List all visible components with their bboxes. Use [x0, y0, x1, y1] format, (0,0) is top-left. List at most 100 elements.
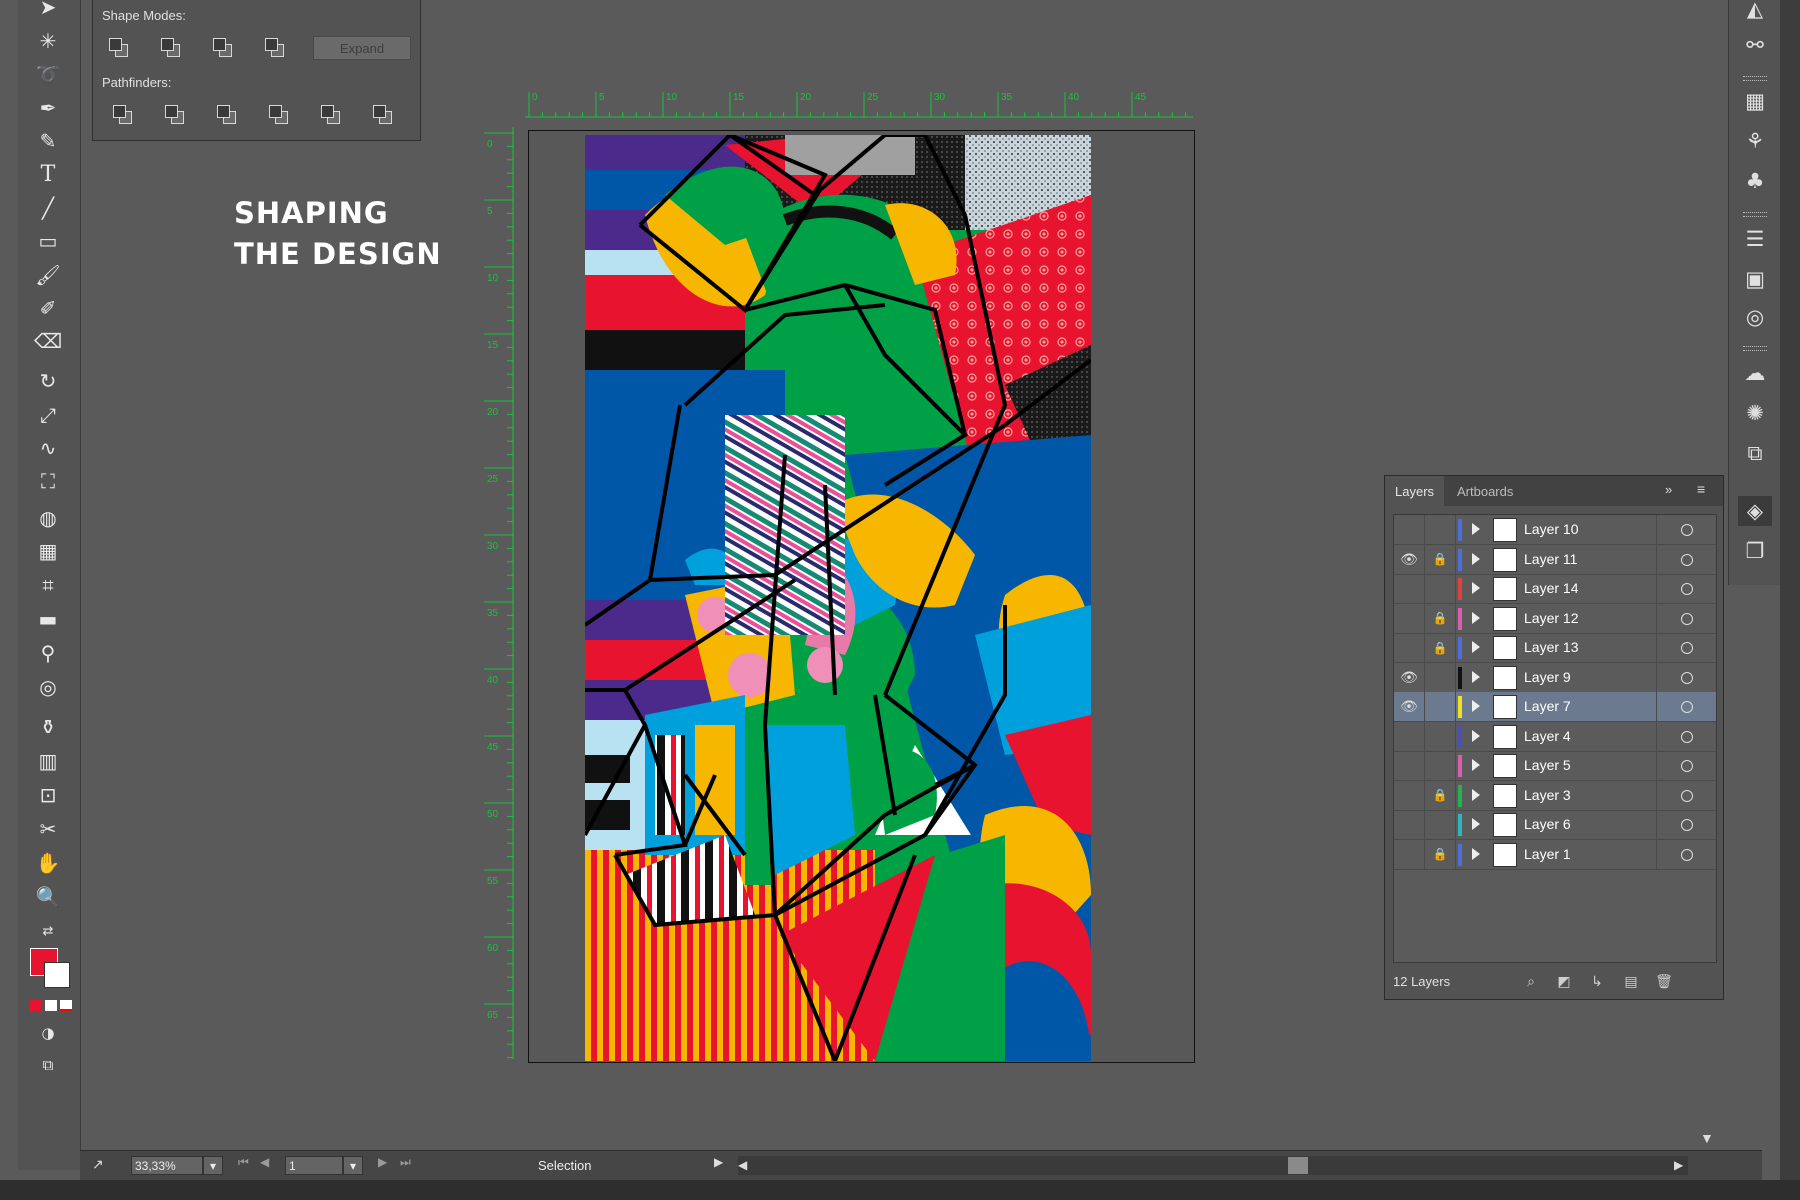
target-icon[interactable] — [1681, 524, 1693, 536]
scroll-left-icon[interactable]: ◀ — [738, 1158, 747, 1172]
clipping-mask-icon[interactable]: ◩ — [1555, 972, 1573, 990]
stroke-icon[interactable]: ☰ — [1738, 224, 1772, 254]
graph-icon[interactable]: ▥ — [26, 746, 70, 776]
tab-layers[interactable]: Layers — [1385, 476, 1445, 506]
artboards-panel-icon[interactable]: ❐ — [1738, 536, 1772, 566]
selection-icon[interactable]: ➤ — [26, 0, 70, 22]
lock-icon[interactable]: 🔒 — [1425, 603, 1456, 633]
layer-name[interactable]: Layer 9 — [1524, 663, 1571, 692]
status-menu-icon[interactable]: ▶ — [714, 1155, 723, 1169]
layer-row[interactable]: 🔒 Layer 1 — [1394, 839, 1716, 870]
tab-artboards[interactable]: Artboards — [1447, 476, 1523, 506]
symbols-icon[interactable]: ♣ — [1738, 166, 1772, 196]
expand-layer-icon[interactable] — [1472, 641, 1480, 653]
visibility-icon[interactable]: 👁 — [1394, 544, 1425, 574]
stroke-swatch[interactable] — [44, 962, 70, 988]
rectangle-icon[interactable]: ▭ — [26, 226, 70, 256]
target-icon[interactable] — [1681, 642, 1693, 654]
expand-layer-icon[interactable] — [1472, 788, 1480, 801]
blend-icon[interactable]: ◎ — [26, 672, 70, 702]
lock-icon[interactable] — [1425, 721, 1456, 751]
layer-row[interactable]: 👁 Layer 7 — [1394, 692, 1716, 722]
layer-name[interactable]: Layer 5 — [1524, 751, 1571, 780]
gradient-panel-icon[interactable]: ▣ — [1738, 264, 1772, 294]
layer-name[interactable]: Layer 14 — [1524, 574, 1578, 603]
lock-icon[interactable]: 🔒 — [1425, 839, 1456, 869]
layer-name[interactable]: Layer 3 — [1524, 781, 1571, 810]
share-icon[interactable]: ↗ — [92, 1156, 104, 1173]
delete-layer-icon[interactable]: 🗑 — [1655, 972, 1673, 990]
type-icon[interactable]: T — [26, 159, 70, 189]
layer-row[interactable]: 🔒 Layer 13 — [1394, 633, 1716, 663]
target-icon[interactable] — [1681, 553, 1693, 566]
shape-builder-icon[interactable]: ◍ — [26, 503, 70, 533]
visibility-icon[interactable] — [1394, 780, 1425, 810]
merge-icon[interactable] — [215, 103, 239, 125]
minus-back-icon[interactable] — [371, 103, 395, 125]
expand-layer-icon[interactable] — [1472, 847, 1480, 860]
outline-icon[interactable] — [319, 103, 343, 125]
locate-object-icon[interactable]: ⌕ — [1522, 972, 1540, 990]
lock-icon[interactable] — [1425, 574, 1456, 603]
layer-row[interactable]: 👁 Layer 9 — [1394, 662, 1716, 693]
layer-row[interactable]: Layer 14 — [1394, 574, 1716, 604]
horizontal-scrollbar[interactable]: ◀ ▶ — [738, 1156, 1688, 1175]
layer-name[interactable]: Layer 10 — [1524, 515, 1578, 544]
layer-row[interactable]: Layer 10 — [1394, 515, 1716, 545]
scale-icon[interactable]: ⤢ — [26, 400, 70, 430]
artwork[interactable] — [585, 135, 1091, 1061]
panel-grip-1[interactable] — [1743, 76, 1767, 81]
image-trace-icon[interactable]: ◭ — [1738, 0, 1772, 24]
layer-name[interactable]: Layer 13 — [1524, 633, 1578, 662]
swatches-icon[interactable]: ▦ — [1738, 86, 1772, 116]
layer-name[interactable]: Layer 1 — [1524, 840, 1571, 869]
links-icon[interactable]: ⚯ — [1738, 30, 1772, 60]
expand-layer-icon[interactable] — [1472, 729, 1480, 742]
minus-front-icon[interactable] — [159, 36, 183, 58]
scroll-down-icon[interactable]: ▼ — [1700, 1130, 1714, 1146]
lock-icon[interactable] — [1425, 692, 1456, 721]
warp-icon[interactable]: ∿ — [26, 433, 70, 463]
zoom-dropdown-icon[interactable]: ▾ — [203, 1156, 223, 1175]
visibility-icon[interactable] — [1394, 721, 1425, 751]
visibility-icon[interactable] — [1394, 515, 1425, 544]
line-icon[interactable]: ╱ — [26, 193, 70, 223]
expand-layer-icon[interactable] — [1472, 759, 1480, 771]
symbol-sprayer-icon[interactable]: ⚱ — [26, 712, 70, 742]
blob-brush-icon[interactable]: ✐ — [26, 293, 70, 323]
panel-grip-3[interactable] — [1743, 346, 1767, 351]
expand-layer-icon[interactable] — [1472, 700, 1480, 712]
export-icon[interactable]: ⧉ — [1738, 438, 1772, 468]
layer-row[interactable]: Layer 6 — [1394, 810, 1716, 840]
layer-name[interactable]: Layer 7 — [1524, 692, 1571, 721]
target-icon[interactable] — [1681, 848, 1693, 861]
zoom-field[interactable]: 33,33% — [131, 1156, 203, 1175]
target-icon[interactable] — [1681, 760, 1693, 772]
unite-icon[interactable] — [107, 36, 131, 58]
target-icon[interactable] — [1681, 789, 1693, 802]
artboard-number-field[interactable]: 1 — [285, 1156, 343, 1175]
zoom-icon[interactable]: 🔍 — [26, 882, 70, 912]
layer-name[interactable]: Layer 12 — [1524, 604, 1578, 633]
layer-row[interactable]: 👁 🔒 Layer 11 — [1394, 544, 1716, 575]
exclude-icon[interactable] — [263, 36, 287, 58]
layer-row[interactable]: Layer 5 — [1394, 751, 1716, 781]
trim-icon[interactable] — [163, 103, 187, 125]
intersect-icon[interactable] — [211, 36, 235, 58]
visibility-icon[interactable]: 👁 — [1394, 662, 1425, 692]
none-mode-icon[interactable] — [60, 1000, 72, 1011]
expand-layer-icon[interactable] — [1472, 552, 1480, 565]
pen-icon[interactable]: ✒ — [26, 93, 70, 123]
slice-icon[interactable]: ✂ — [26, 814, 70, 844]
paintbrush-icon[interactable]: 🖌 — [26, 260, 70, 290]
last-artboard-icon[interactable]: ⏭ — [400, 1155, 411, 1170]
target-icon[interactable] — [1681, 671, 1693, 684]
appearance-icon[interactable]: ✺ — [1738, 398, 1772, 428]
visibility-icon[interactable] — [1394, 603, 1425, 633]
screen-mode-icon[interactable]: ⧉ — [26, 1050, 70, 1080]
panel-menu-icon[interactable]: ≡ — [1697, 481, 1705, 497]
layer-row[interactable]: Layer 4 — [1394, 721, 1716, 752]
gradient-icon[interactable]: ▬ — [26, 604, 70, 634]
hand-icon[interactable]: ✋ — [26, 848, 70, 878]
lock-icon[interactable]: 🔒 — [1425, 780, 1456, 810]
